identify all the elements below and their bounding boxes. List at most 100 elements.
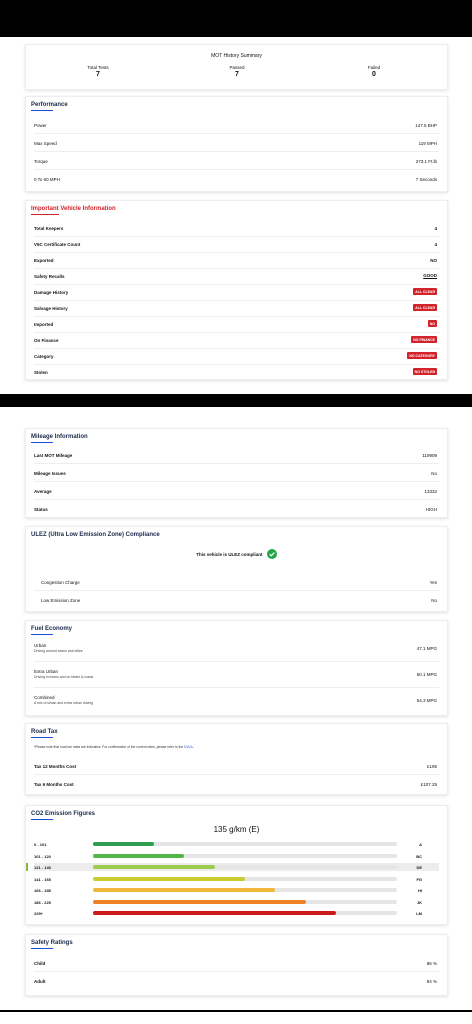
ulez-row: Low Emission Zone No: [34, 592, 439, 608]
safety-ratings-title: Safety Ratings: [31, 940, 73, 949]
current-band-marker: [26, 863, 28, 871]
ulez-row: Congestion Charge Yes: [34, 574, 439, 591]
row-value: No: [431, 471, 437, 476]
co2-band-row: 121 - 140 DE: [26, 863, 439, 871]
performance-row: Max Speed 119 MPH: [34, 135, 439, 152]
co2-bar-track: [93, 865, 397, 869]
row-sublabel: A mix of urban and extra urban driving: [34, 701, 94, 705]
co2-bar-fill: [93, 842, 154, 846]
important-info-title: Important Vehicle Information: [31, 206, 116, 215]
status-badge: NO: [427, 320, 437, 327]
good-link[interactable]: GOOD: [423, 273, 437, 278]
co2-bar-fill: [93, 865, 215, 869]
row-value: 4: [434, 242, 437, 247]
row-label: Salvage History: [34, 306, 68, 311]
row-label: Average: [34, 489, 52, 494]
failed-stat: Failed 0: [304, 65, 444, 78]
row-value: 4: [434, 226, 437, 231]
passed-stat: Passed 7: [167, 65, 307, 78]
row-label: Tax 6 Months Cost: [34, 782, 74, 787]
fuel-row: Combined A mix of urban and extra urban d…: [34, 689, 439, 713]
co2-bar-track: [93, 899, 397, 904]
co2-bar-track: [93, 911, 397, 915]
row-label: Urban: [34, 643, 47, 648]
row-value: NO: [430, 258, 437, 263]
co2-band-row: 0 - 101 A: [34, 840, 439, 848]
co2-band-letter: A: [419, 842, 422, 847]
row-value: 86 %: [426, 961, 437, 966]
co2-range-label: 0 - 101: [34, 842, 47, 847]
status-badge: NO STOLEN: [412, 368, 437, 375]
row-label: Mileage Issues: [34, 471, 66, 476]
road-tax-card: Road Tax *Please note that road tax rate…: [25, 723, 448, 795]
co2-bar-fill: [93, 911, 337, 915]
row-value: 60.1 MPG: [416, 672, 437, 677]
total-tests-label: Total Tests: [87, 65, 109, 70]
row-label: Stolen: [34, 370, 48, 375]
row-label: Adult: [34, 979, 46, 984]
road-tax-note: *Please note that road tax rates are ind…: [34, 745, 194, 749]
screenshot-separator: [0, 394, 472, 407]
mileage-row: Mileage Issues No: [34, 465, 439, 482]
info-row-damage: Damage History ALL CLEAR: [34, 284, 439, 301]
check-circle-icon: [266, 549, 277, 560]
ulez-title: ULEZ (Ultra Low Emission Zone) Complianc…: [31, 532, 160, 538]
row-sublabel: Driving around towns and cities: [34, 649, 83, 653]
row-value: 147.5 BHP: [415, 123, 437, 128]
row-label: Imported: [34, 322, 54, 327]
co2-range-label: 141 - 165: [34, 876, 51, 882]
mot-summary-card: MOT History Summary Total Tests 7 Passed…: [25, 44, 448, 90]
co2-band-letter: BC: [416, 853, 422, 859]
row-value: 273.1 Ft.lb: [415, 159, 437, 164]
performance-row: Torque 273.1 Ft.lb: [34, 153, 439, 170]
performance-row: 0 To 60 MPH 7 Seconds: [34, 171, 439, 187]
co2-range-label: 225+: [34, 911, 44, 916]
row-value: 119909: [422, 453, 437, 458]
row-label: V5C Certificate Count: [34, 242, 81, 247]
row-value: 94 %: [426, 979, 437, 984]
total-tests-stat: Total Tests 7: [28, 65, 168, 78]
info-row-recalls: Safety Recalls GOOD: [34, 268, 439, 285]
safety-row: Child 86 %: [34, 955, 439, 972]
passed-value: 7: [235, 71, 239, 78]
row-label: Safety Recalls: [34, 274, 65, 279]
row-sublabel: Driving in towns and on faster A-roads: [34, 675, 94, 679]
failed-value: 0: [372, 71, 376, 78]
fuel-row: Urban Driving around towns and cities 47.1…: [34, 637, 439, 662]
info-row-exported: Exported NO: [34, 252, 439, 269]
mileage-row: Average 13332: [34, 483, 439, 500]
co2-range-label: 186 - 225: [34, 899, 51, 905]
co2-band-letter: LM: [416, 911, 422, 916]
row-value: 54.3 MPG: [416, 698, 437, 703]
dvla-link[interactable]: DVLA: [184, 745, 193, 749]
co2-band-letter: DE: [416, 865, 422, 870]
row-value: £107.25: [420, 782, 437, 787]
row-label: Combined: [34, 695, 55, 700]
row-value: £195: [426, 764, 437, 769]
row-value: No: [431, 598, 437, 603]
info-row-stolen: Stolen NO STOLEN: [34, 364, 439, 380]
row-label: On Finance: [34, 338, 59, 343]
row-value: 47.1 MPG: [416, 646, 437, 651]
info-row-finance: On Finance NO FINANCE: [34, 332, 439, 349]
row-label: Total Keepers: [34, 226, 64, 231]
co2-band-row: 166 - 185 HI: [34, 886, 439, 894]
note-text: *Please note that road tax rates are ind…: [34, 745, 185, 749]
row-label: Congestion Charge: [41, 580, 80, 585]
co2-bar-track: [93, 888, 397, 892]
row-label: Exported: [34, 258, 54, 263]
mileage-row: Status HIGH: [34, 501, 439, 517]
co2-band-row: 225+ LM: [34, 909, 439, 917]
co2-headline: 135 g/km (E): [213, 825, 260, 834]
co2-bar-fill: [93, 853, 185, 858]
row-label: Torque: [34, 159, 48, 164]
mileage-card: Mileage Information Last MOT Mileage 1199…: [25, 428, 448, 518]
co2-band-letter: HI: [418, 888, 422, 893]
row-label: Status: [34, 507, 48, 512]
co2-band-letter: JK: [416, 899, 422, 905]
co2-bar-fill: [93, 876, 245, 881]
row-value: 119 MPH: [418, 141, 437, 146]
status-badge: NO CATEGORY: [407, 352, 437, 359]
status-badge: NO FINANCE: [411, 336, 437, 343]
status-badge: ALL CLEAR: [413, 304, 437, 311]
